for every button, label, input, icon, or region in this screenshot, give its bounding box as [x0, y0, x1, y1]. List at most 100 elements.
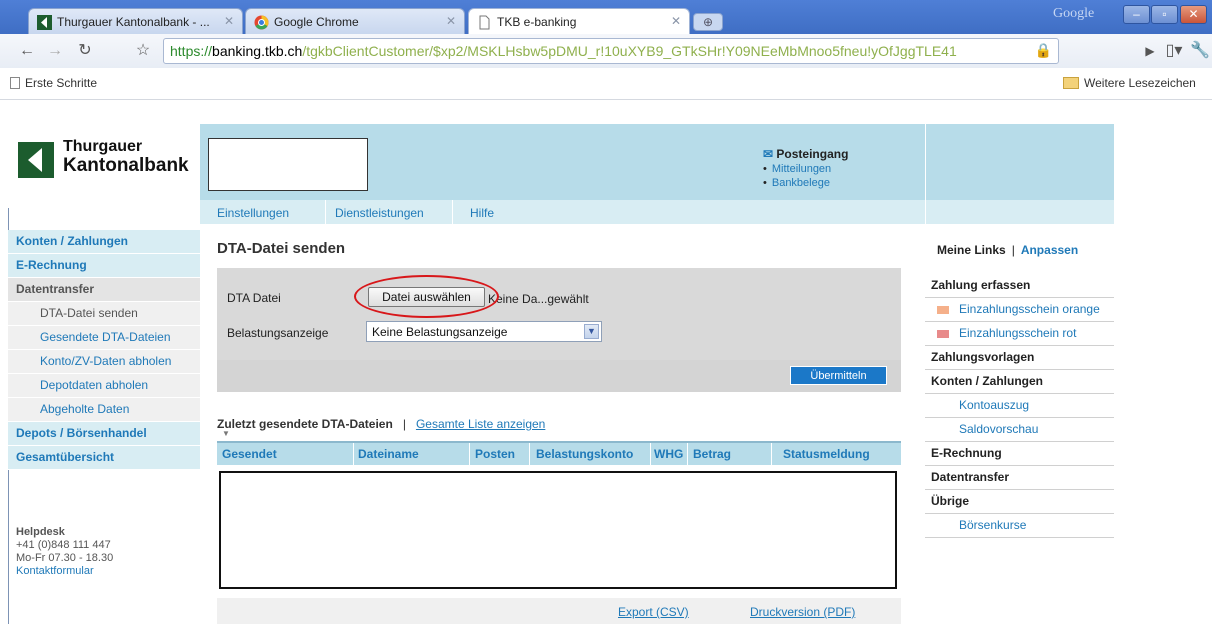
- inbox-receipts-link[interactable]: Bankbelege: [763, 177, 848, 189]
- orange-square-icon: [937, 306, 949, 314]
- right-link-kontoauszug[interactable]: Kontoauszug: [925, 394, 1114, 418]
- col-divider: [469, 443, 470, 465]
- page-menu-icon[interactable]: ▯▾: [1163, 40, 1185, 62]
- col-belastungskonto[interactable]: Belastungskonto: [536, 447, 633, 461]
- sidebar-item-depots-boersenhandel[interactable]: Depots / Börsenhandel: [8, 422, 200, 446]
- tkb-logo-icon: [37, 15, 52, 30]
- right-link-label: Einzahlungsschein rot: [959, 326, 1077, 340]
- sidebar-item-dta-datei-senden[interactable]: DTA-Datei senden: [8, 302, 200, 326]
- col-statusmeldung[interactable]: Statusmeldung: [783, 447, 870, 461]
- tab-tkb-home[interactable]: Thurgauer Kantonalbank - ... ✕: [28, 8, 243, 35]
- page-title: DTA-Datei senden: [217, 240, 346, 257]
- right-link-saldovorschau[interactable]: Saldovorschau: [925, 418, 1114, 442]
- right-link-zahlungsvorlagen[interactable]: Zahlungsvorlagen: [925, 346, 1114, 370]
- col-divider: [771, 443, 772, 465]
- right-link-e-rechnung[interactable]: E-Rechnung: [925, 442, 1114, 466]
- col-whg[interactable]: WHG: [654, 447, 683, 461]
- star-icon[interactable]: ☆: [132, 40, 154, 62]
- browser-toolbar: ← → ↻ ☆ https://banking.tkb.ch/tgkbClien…: [0, 34, 1212, 100]
- forward-arrow-icon[interactable]: →: [44, 40, 66, 62]
- logo-line2: Kantonalbank: [63, 155, 189, 176]
- maximize-button[interactable]: ▫: [1151, 5, 1178, 24]
- sidebar-item-datentransfer[interactable]: Datentransfer: [8, 278, 200, 302]
- google-label: Google: [1053, 6, 1095, 21]
- chrome-icon: [254, 15, 269, 30]
- right-link-zahlung-erfassen[interactable]: Zahlung erfassen: [925, 274, 1114, 298]
- url-scheme: https://: [170, 43, 213, 59]
- recent-separator: |: [402, 417, 406, 431]
- right-link-einzahlungsschein-orange[interactable]: Einzahlungsschein orange: [925, 298, 1114, 322]
- close-icon[interactable]: ✕: [446, 14, 456, 28]
- right-link-einzahlungsschein-rot[interactable]: Einzahlungsschein rot: [925, 322, 1114, 346]
- sort-down-icon[interactable]: ▼: [222, 429, 230, 438]
- address-bar[interactable]: https://banking.tkb.ch/tgkbClientCustome…: [163, 38, 1059, 64]
- export-csv-link[interactable]: Export (CSV): [618, 605, 689, 619]
- contact-form-link[interactable]: Kontaktformular: [16, 565, 113, 578]
- bookmark-weitere-lesezeichen[interactable]: Weitere Lesezeichen: [1063, 76, 1196, 90]
- sidebar-item-gesamtuebersicht[interactable]: Gesamtübersicht: [8, 446, 200, 470]
- tkb-logo[interactable]: Thurgauer Kantonalbank: [8, 124, 200, 208]
- nav-row: ← → ↻ ☆ https://banking.tkb.ch/tgkbClien…: [0, 34, 1212, 68]
- reload-icon[interactable]: ↻: [74, 40, 96, 62]
- back-arrow-icon[interactable]: ←: [16, 40, 38, 62]
- nav-separator: [452, 200, 453, 224]
- right-margin: [1114, 124, 1212, 624]
- sidebar-item-konten-zahlungen[interactable]: Konten / Zahlungen: [8, 230, 200, 254]
- debit-notice-value: Keine Belastungsanzeige: [372, 325, 508, 339]
- inbox-title[interactable]: ✉ Posteingang: [763, 147, 848, 161]
- right-link-konten-zahlungen[interactable]: Konten / Zahlungen: [925, 370, 1114, 394]
- sidebar-item-gesendete-dta-dateien[interactable]: Gesendete DTA-Dateien: [8, 326, 200, 350]
- right-link-datentransfer[interactable]: Datentransfer: [925, 466, 1114, 490]
- debit-notice-select[interactable]: Keine Belastungsanzeige ▼: [366, 321, 602, 342]
- col-dateiname[interactable]: Dateiname: [358, 447, 419, 461]
- close-icon[interactable]: ✕: [224, 14, 234, 28]
- new-tab-button[interactable]: ⊕: [693, 13, 723, 31]
- sidebar-item-e-rechnung[interactable]: E-Rechnung: [8, 254, 200, 278]
- helpdesk-phone: +41 (0)848 111 447: [16, 539, 111, 551]
- col-gesendet[interactable]: Gesendet: [222, 447, 277, 461]
- dta-file-label: DTA Datei: [227, 291, 281, 305]
- window-close-button[interactable]: ✕: [1180, 5, 1207, 24]
- sidebar-item-abgeholte-daten[interactable]: Abgeholte Daten: [8, 398, 200, 422]
- envelope-icon: ✉: [763, 147, 777, 161]
- sidebar-item-depotdaten[interactable]: Depotdaten abholen: [8, 374, 200, 398]
- col-betrag[interactable]: Betrag: [693, 447, 731, 461]
- tkb-logo-icon: [18, 142, 54, 178]
- customize-link[interactable]: Anpassen: [1021, 243, 1078, 257]
- play-icon[interactable]: ▶: [1139, 40, 1161, 62]
- tab-chrome[interactable]: Google Chrome ✕: [245, 8, 465, 35]
- inbox-panel: ✉ Posteingang Mitteilungen Bankbelege: [763, 147, 848, 189]
- nav-dienstleistungen[interactable]: Dienstleistungen: [335, 206, 424, 220]
- folder-icon: [1063, 77, 1079, 89]
- lock-icon[interactable]: 🔒: [1035, 42, 1052, 59]
- col-divider: [529, 443, 530, 465]
- red-square-icon: [937, 330, 949, 338]
- inbox-messages-link[interactable]: Mitteilungen: [763, 163, 848, 175]
- banner-divider: [925, 124, 926, 224]
- highlight-circle: [354, 275, 499, 318]
- nav-hilfe[interactable]: Hilfe: [470, 206, 494, 220]
- helpdesk-title: Helpdesk: [16, 526, 65, 538]
- my-links-header: Meine Links | Anpassen: [937, 243, 1078, 257]
- minimize-button[interactable]: –: [1123, 5, 1150, 24]
- full-list-link[interactable]: Gesamte Liste anzeigen: [416, 417, 545, 431]
- wrench-icon[interactable]: 🔧: [1189, 40, 1211, 62]
- tab-title: Thurgauer Kantonalbank - ...: [57, 15, 210, 29]
- print-pdf-link[interactable]: Druckversion (PDF): [750, 605, 855, 619]
- close-icon[interactable]: ✕: [671, 14, 681, 28]
- tab-tkb-ebanking[interactable]: TKB e-banking ✕: [468, 8, 690, 35]
- sidebar-item-konto-zv-daten[interactable]: Konto/ZV-Daten abholen: [8, 350, 200, 374]
- col-posten[interactable]: Posten: [475, 447, 515, 461]
- bookmark-erste-schritte[interactable]: Erste Schritte: [10, 76, 97, 90]
- right-link-uebrige[interactable]: Übrige: [925, 490, 1114, 514]
- right-link-boersenkurse[interactable]: Börsenkurse: [925, 514, 1114, 538]
- chevron-down-icon[interactable]: ▼: [584, 324, 599, 339]
- my-links-title: Meine Links: [937, 243, 1006, 257]
- file-status-text: Keine Da...gewählt: [488, 292, 589, 306]
- recent-files-title: Zuletzt gesendete DTA-Dateien: [217, 417, 393, 431]
- nav-einstellungen[interactable]: Einstellungen: [217, 206, 289, 220]
- url-path: /tgkbClientCustomer/$xp2/MSKLHsbw5pDMU_r…: [302, 43, 957, 59]
- logo-line1: Thurgauer: [63, 138, 143, 155]
- nav-separator: [325, 200, 326, 224]
- submit-button[interactable]: Übermitteln: [790, 366, 887, 385]
